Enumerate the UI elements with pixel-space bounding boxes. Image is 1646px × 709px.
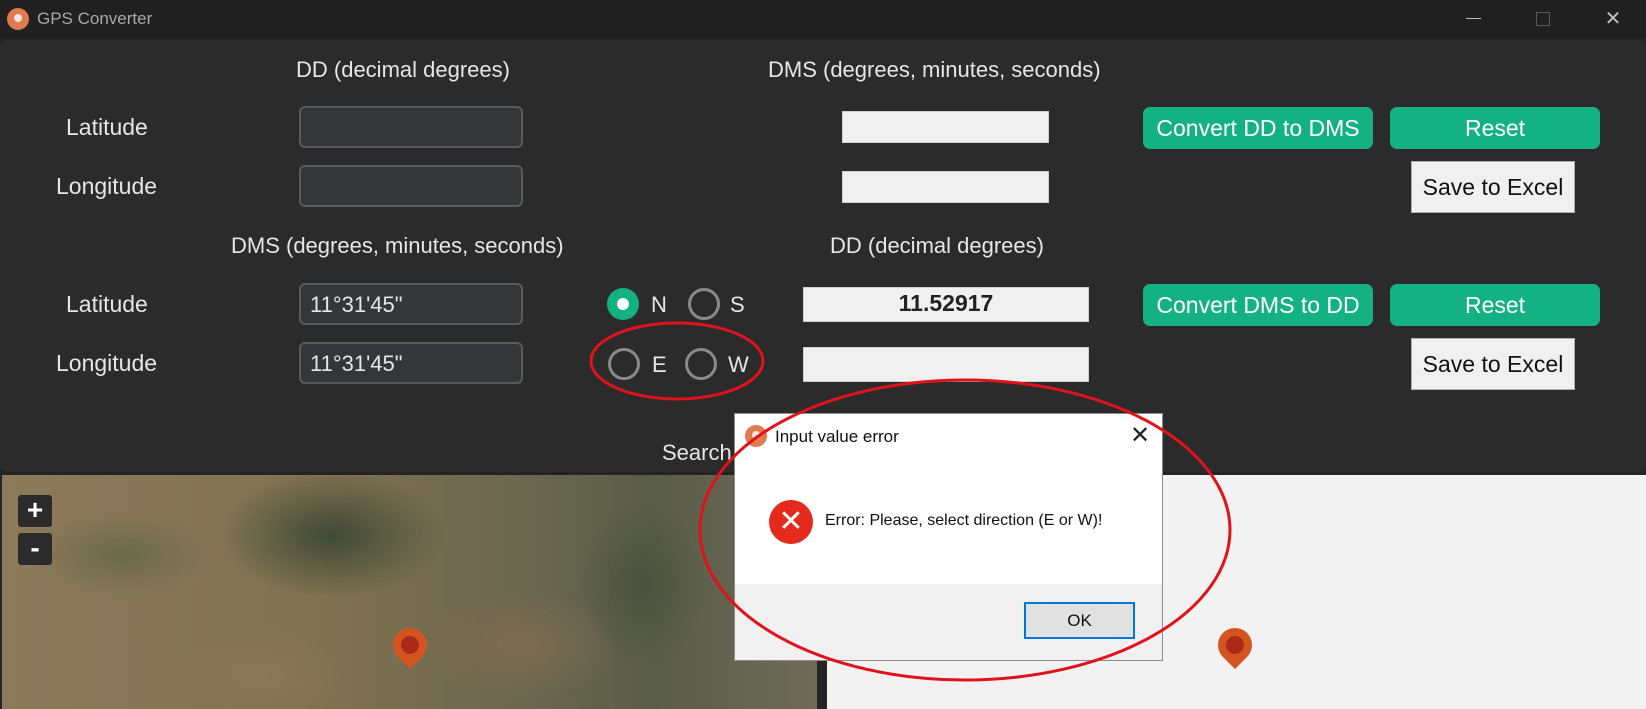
dms-latitude-input[interactable]: 11°31'45" — [299, 283, 523, 325]
reset-dms-button[interactable]: Reset — [1390, 284, 1600, 326]
dd-longitude-input[interactable] — [299, 165, 523, 207]
radio-west-label: W — [728, 352, 749, 377]
radio-north[interactable] — [607, 288, 639, 320]
maximize-button[interactable] — [1508, 0, 1578, 38]
zoom-in-button[interactable]: + — [18, 495, 52, 527]
dd-section-header: DD (decimal degrees) — [296, 57, 510, 82]
title-bar: GPS Converter ✕ — [0, 0, 1646, 38]
dd-longitude-output[interactable] — [803, 347, 1089, 382]
dms-section-header: DMS (degrees, minutes, seconds) — [231, 233, 564, 258]
minimize-button[interactable] — [1438, 0, 1508, 38]
dms-latitude-label: Latitude — [66, 291, 148, 317]
dms-latitude-output[interactable] — [842, 111, 1049, 143]
maximize-icon — [1536, 12, 1550, 26]
dms-longitude-label: Longitude — [56, 350, 158, 376]
radio-north-label: N — [651, 292, 667, 317]
dms-longitude-input[interactable]: 11°31'45" — [299, 342, 523, 384]
radio-east-label: E — [652, 352, 667, 377]
search-label: Search — [662, 440, 732, 465]
dialog-title: Input value error — [775, 427, 899, 446]
dd-latitude-label: Latitude — [66, 114, 148, 140]
convert-dd-to-dms-button[interactable]: Convert DD to DMS — [1143, 107, 1373, 149]
window-title: GPS Converter — [37, 9, 153, 28]
error-icon: ✕ — [769, 500, 813, 544]
dms-longitude-output[interactable] — [842, 171, 1049, 203]
reset-dd-button[interactable]: Reset — [1390, 107, 1600, 149]
ok-button[interactable]: OK — [1024, 602, 1135, 639]
dd-latitude-output[interactable]: 11.52917 — [803, 287, 1089, 322]
radio-west[interactable] — [685, 348, 717, 380]
save-dd-excel-button[interactable]: Save to Excel — [1411, 338, 1575, 390]
error-message: Error: Please, select direction (E or W)… — [825, 512, 1103, 529]
close-icon: ✕ — [1604, 8, 1622, 30]
dd-longitude-label: Longitude — [56, 173, 158, 199]
convert-dms-to-dd-button[interactable]: Convert DMS to DD — [1143, 284, 1373, 326]
zoom-out-button[interactable]: - — [18, 533, 52, 565]
dms-output-header: DMS (degrees, minutes, seconds) — [768, 57, 1101, 82]
radio-east[interactable] — [608, 348, 640, 380]
radio-south[interactable] — [688, 288, 720, 320]
error-dialog: Input value error ✕ ✕ Error: Please, sel… — [734, 413, 1163, 661]
dialog-close-icon[interactable]: ✕ — [1130, 421, 1150, 450]
close-button[interactable]: ✕ — [1578, 0, 1646, 38]
map-satellite-view[interactable] — [2, 475, 817, 709]
save-dms-excel-button[interactable]: Save to Excel — [1411, 161, 1575, 213]
dd-output-header: DD (decimal degrees) — [830, 233, 1044, 258]
dd-latitude-input[interactable] — [299, 106, 523, 148]
dialog-app-icon — [745, 425, 767, 447]
map-pin-icon — [7, 8, 29, 30]
radio-south-label: S — [730, 292, 745, 317]
minimize-icon — [1466, 18, 1481, 19]
